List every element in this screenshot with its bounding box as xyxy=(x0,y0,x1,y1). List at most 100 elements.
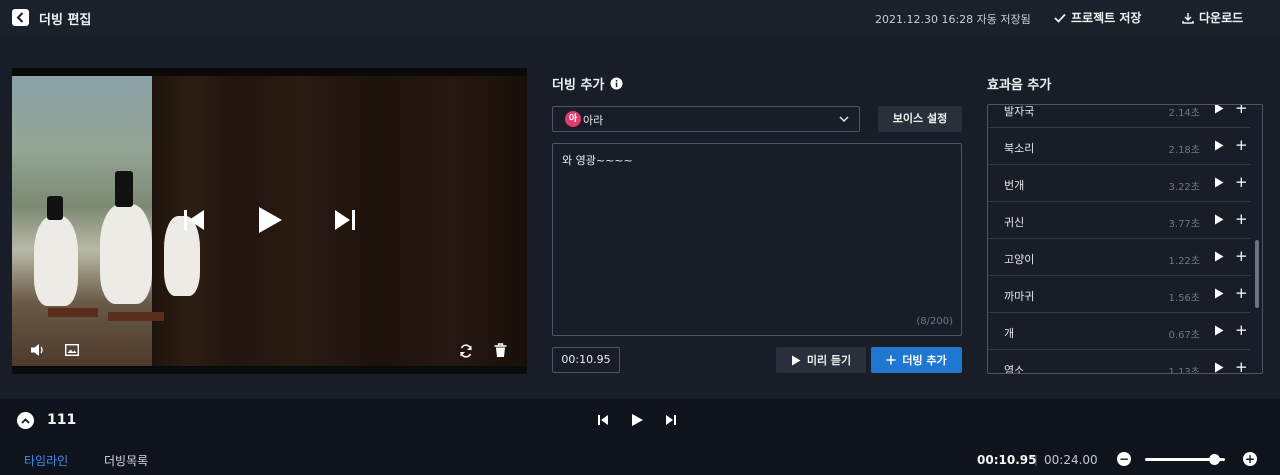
plus-icon[interactable]: + xyxy=(1235,284,1248,302)
collapse-timeline-button[interactable] xyxy=(17,412,34,429)
refresh-icon xyxy=(460,344,472,358)
replace-button[interactable] xyxy=(459,344,473,358)
sfx-item[interactable]: 고양이 1.22초 + xyxy=(988,239,1250,276)
volume-button[interactable] xyxy=(30,343,46,357)
preview-button[interactable]: 미리 듣기 xyxy=(776,347,866,373)
video-play-button[interactable] xyxy=(256,206,284,234)
timeline-skip-back-button[interactable] xyxy=(597,414,609,426)
play-icon[interactable] xyxy=(1214,251,1224,262)
sfx-duration: 3.77초 xyxy=(1168,219,1200,230)
chevron-left-icon xyxy=(16,12,24,23)
sfx-name: 북소리 xyxy=(1004,142,1035,155)
sfx-name: 발자국 xyxy=(1004,105,1035,118)
current-time: 00:10.95 xyxy=(977,453,1037,467)
add-dubbing-button[interactable]: 더빙 추가 xyxy=(871,347,962,373)
track-count: 111 xyxy=(47,412,77,428)
subtitle-toggle-button[interactable] xyxy=(65,344,79,356)
plus-icon xyxy=(886,355,896,365)
minus-icon: − xyxy=(1118,452,1130,466)
total-time: 00:24.00 xyxy=(1044,453,1098,467)
dubbing-text-value: 와 영광~~~~ xyxy=(562,154,633,167)
download-button[interactable]: 다운로드 xyxy=(1182,9,1243,26)
sfx-item[interactable]: 번개 3.22초 + xyxy=(988,165,1250,202)
preview-label: 미리 듣기 xyxy=(806,354,852,367)
autosave-status: 2021.12.30 16:28 자동 저장됨 xyxy=(875,13,1031,26)
play-icon xyxy=(259,207,282,233)
skip-previous-icon xyxy=(184,210,204,230)
sfx-name: 귀신 xyxy=(1004,216,1025,229)
sfx-item[interactable]: 개 0.67초 + xyxy=(988,313,1250,350)
sfx-duration: 3.22초 xyxy=(1168,182,1200,193)
video-player[interactable] xyxy=(12,68,527,374)
save-project-button[interactable]: 프로젝트 저장 xyxy=(1054,9,1141,26)
time-separator: | xyxy=(1034,453,1038,466)
voice-settings-button[interactable]: 보이스 설정 xyxy=(878,106,962,132)
sfx-item[interactable]: 발자국 2.14초 + xyxy=(988,104,1250,128)
dubbing-section-header: 더빙 추가 xyxy=(552,74,623,93)
voice-select[interactable]: 아 아라 xyxy=(552,106,860,132)
sfx-duration: 1.56초 xyxy=(1168,293,1200,304)
download-icon xyxy=(1182,12,1194,24)
sfx-name: 개 xyxy=(1004,327,1015,340)
sfx-name: 번개 xyxy=(1004,179,1025,192)
page-title: 더빙 편집 xyxy=(39,13,92,28)
chevron-down-icon xyxy=(839,116,849,123)
sfx-duration: 1.13초 xyxy=(1168,367,1200,374)
char-count: (8/200) xyxy=(916,316,953,327)
add-dubbing-label: 더빙 추가 xyxy=(902,354,947,367)
play-icon[interactable] xyxy=(1214,288,1224,299)
plus-icon[interactable]: + xyxy=(1235,358,1248,373)
zoom-in-button[interactable]: + xyxy=(1243,452,1257,466)
play-icon[interactable] xyxy=(1214,177,1224,188)
play-icon[interactable] xyxy=(1214,325,1224,336)
play-icon xyxy=(632,414,643,426)
timeline-play-button[interactable] xyxy=(631,413,644,427)
skip-forward-button[interactable] xyxy=(333,208,357,232)
tab-timeline[interactable]: 타임라인 xyxy=(24,452,68,469)
skip-next-icon xyxy=(335,210,355,230)
back-button[interactable] xyxy=(12,9,29,26)
skip-back-button[interactable] xyxy=(182,208,206,232)
voice-name: 아라 xyxy=(583,114,604,127)
trash-icon xyxy=(494,343,507,357)
tab-dubbing-list[interactable]: 더빙목록 xyxy=(104,452,148,469)
skip-previous-icon xyxy=(598,415,608,425)
sfx-item[interactable]: 귀신 3.77초 + xyxy=(988,202,1250,239)
chevron-up-icon xyxy=(21,417,30,424)
dubbing-time-input[interactable]: 00:10.95 xyxy=(552,347,620,373)
sfx-list[interactable]: 발자국 2.14초 + 북소리 2.18초 + 번개 3.22초 + 귀신 3.… xyxy=(987,104,1263,374)
sfx-item[interactable]: 북소리 2.18초 + xyxy=(988,128,1250,165)
plus-icon[interactable]: + xyxy=(1235,321,1248,339)
sfx-name: 염소 xyxy=(1004,364,1025,374)
info-icon[interactable] xyxy=(610,77,623,90)
sfx-item[interactable]: 염소 1.13초 + xyxy=(988,350,1250,374)
play-icon[interactable] xyxy=(1214,362,1224,373)
dubbing-text-input[interactable]: 와 영광~~~~ (8/200) xyxy=(552,143,962,336)
image-icon xyxy=(65,344,79,356)
plus-icon[interactable]: + xyxy=(1235,173,1248,191)
timeline-skip-forward-button[interactable] xyxy=(665,414,677,426)
plus-icon[interactable]: + xyxy=(1235,210,1248,228)
volume-icon xyxy=(31,344,43,356)
plus-icon[interactable]: + xyxy=(1235,105,1248,117)
play-icon[interactable] xyxy=(1214,214,1224,225)
sfx-duration: 2.18초 xyxy=(1168,145,1200,156)
play-icon[interactable] xyxy=(1214,104,1224,114)
delete-button[interactable] xyxy=(494,343,507,358)
sfx-scrollbar[interactable] xyxy=(1255,240,1259,308)
sfx-item[interactable]: 까마귀 1.56초 + xyxy=(988,276,1250,313)
zoom-out-button[interactable]: − xyxy=(1117,452,1131,466)
check-icon xyxy=(1054,13,1066,23)
plus-icon[interactable]: + xyxy=(1235,136,1248,154)
dubbing-section-title: 더빙 추가 xyxy=(552,78,605,93)
sfx-duration: 0.67초 xyxy=(1168,330,1200,341)
plus-icon[interactable]: + xyxy=(1235,247,1248,265)
download-label: 다운로드 xyxy=(1199,11,1244,25)
sfx-duration: 2.14초 xyxy=(1168,108,1200,119)
play-icon[interactable] xyxy=(1214,140,1224,151)
play-icon xyxy=(791,355,801,365)
sfx-name: 까마귀 xyxy=(1004,290,1035,303)
sfx-name: 고양이 xyxy=(1004,253,1035,266)
sfx-section-title: 효과음 추가 xyxy=(987,78,1052,93)
top-bar: 더빙 편집 2021.12.30 16:28 자동 저장됨 프로젝트 저장 다운… xyxy=(0,0,1280,37)
